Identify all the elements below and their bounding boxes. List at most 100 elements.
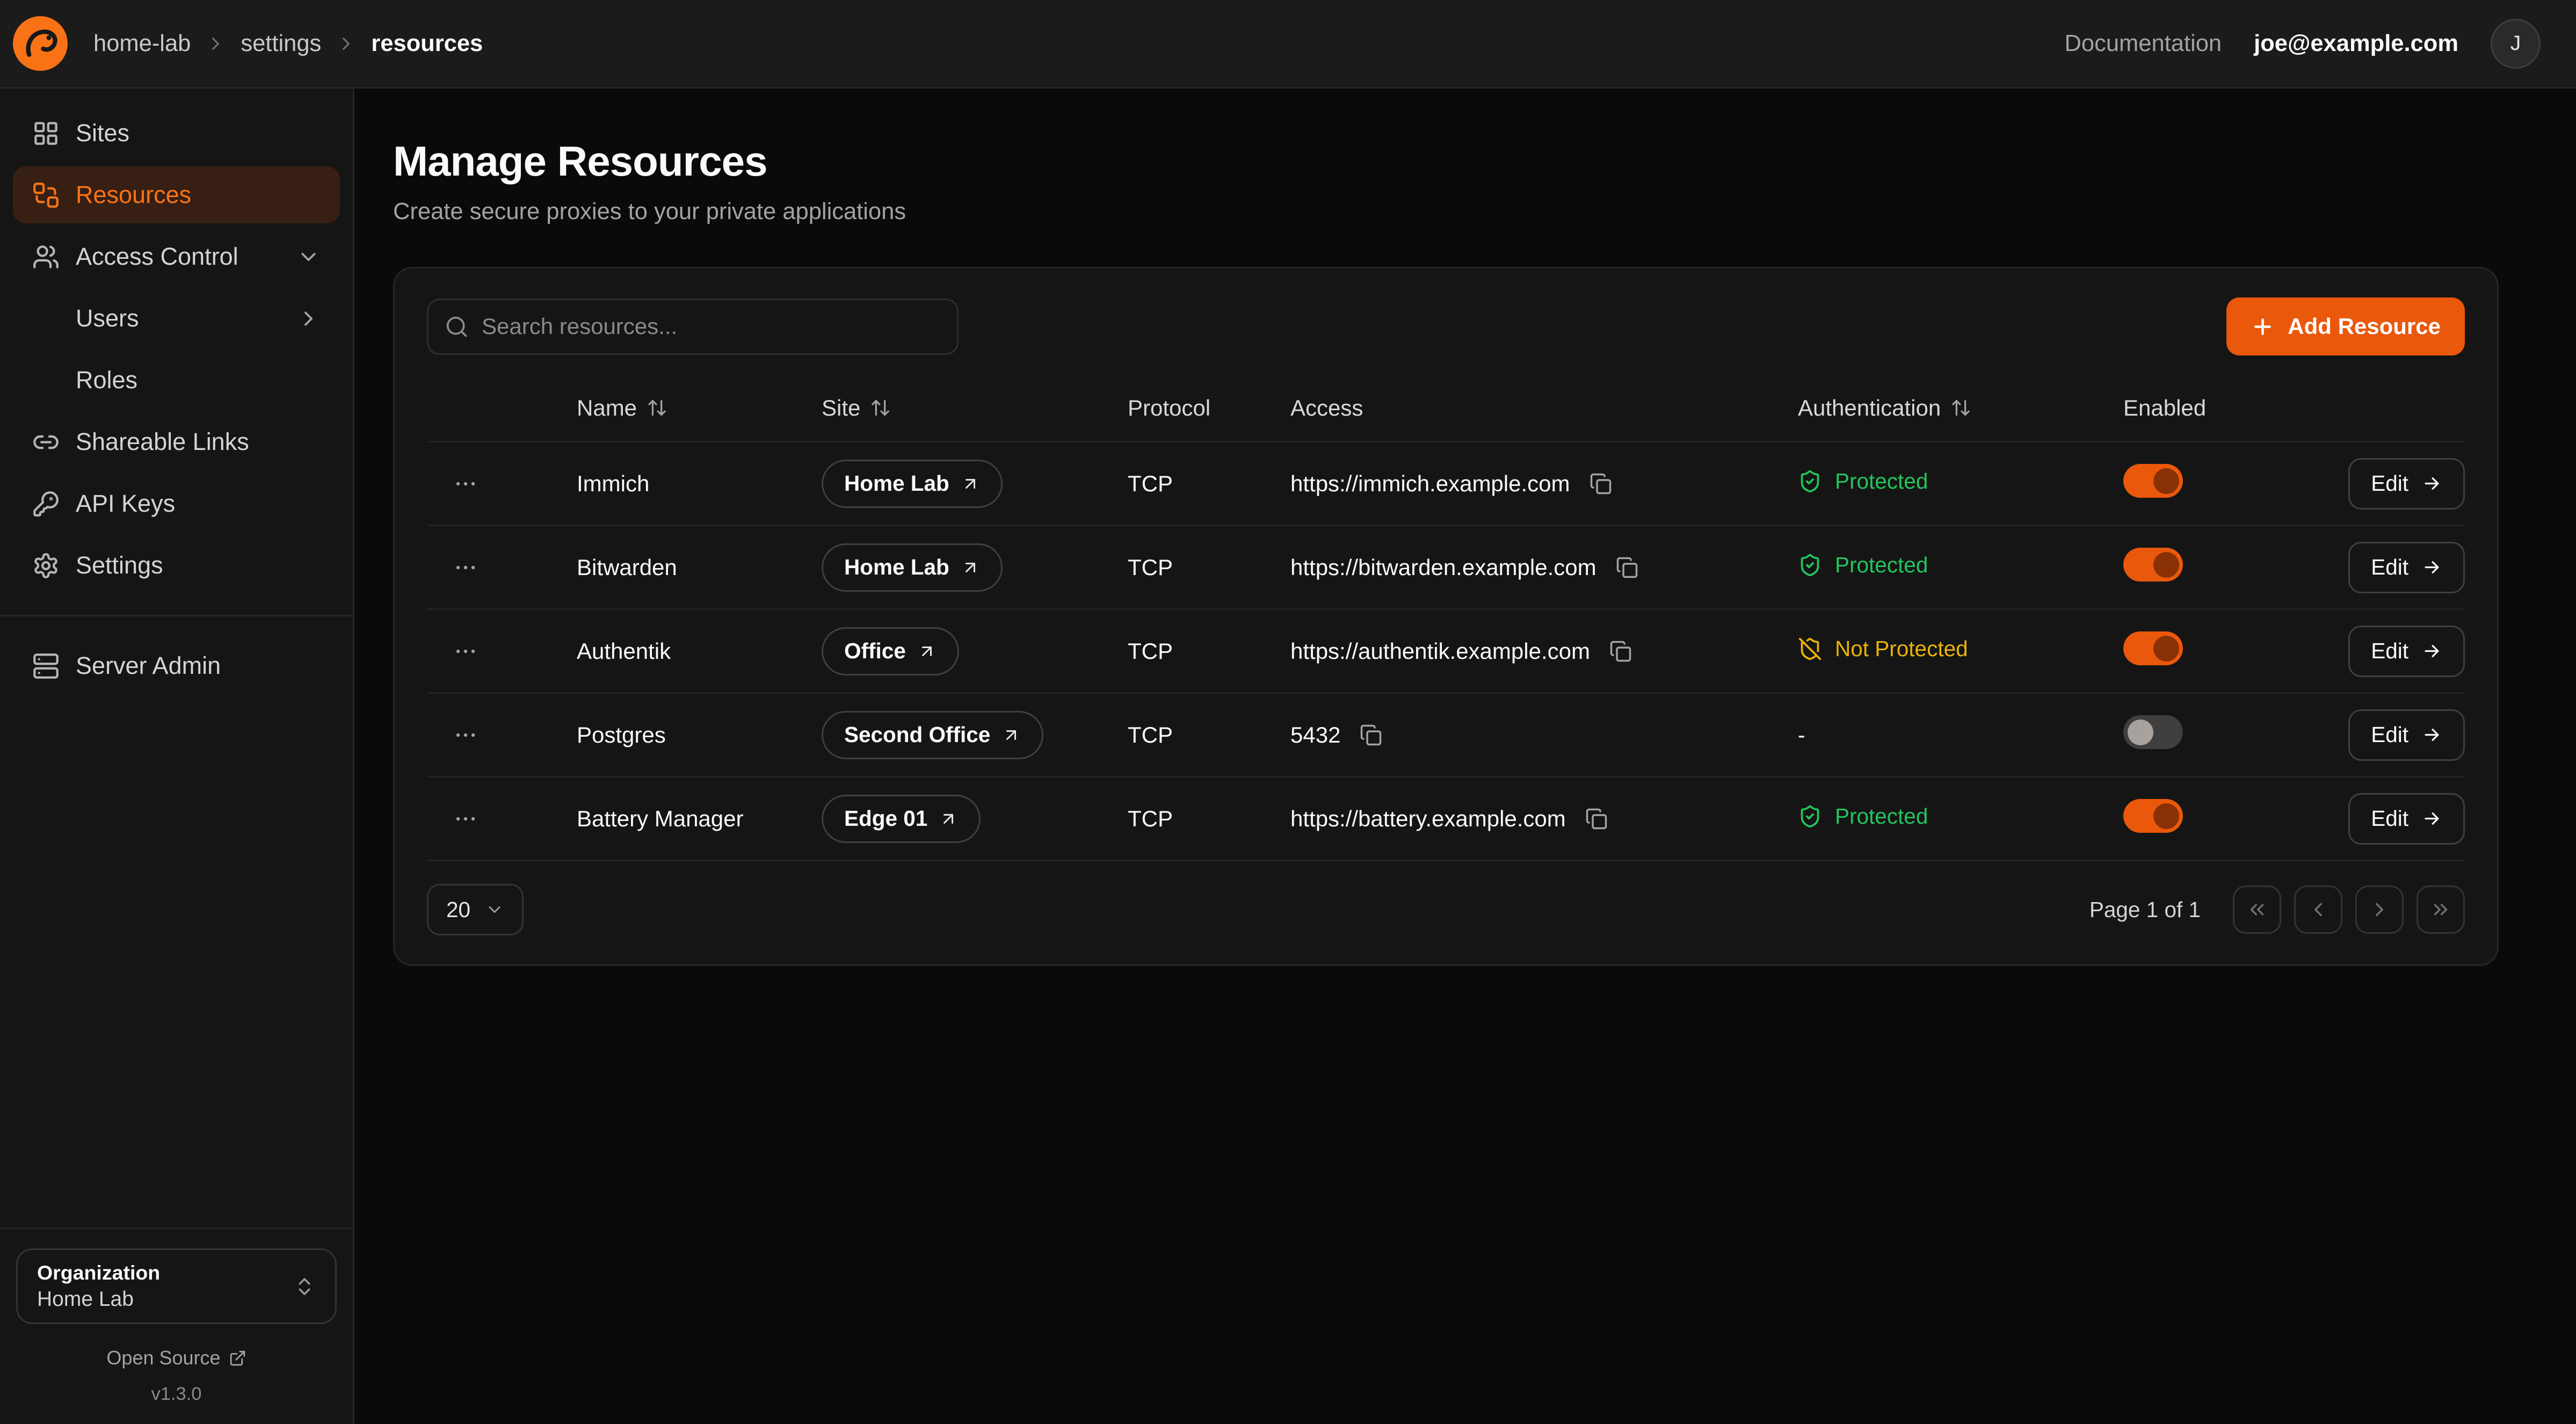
sidebar-item-access-control[interactable]: Access Control — [13, 228, 340, 285]
table-row: Immich Home Lab TCP https://immich.examp… — [427, 442, 2465, 526]
documentation-link[interactable]: Documentation — [2065, 31, 2222, 57]
site-name: Edge 01 — [844, 806, 927, 831]
breadcrumb-org[interactable]: home-lab — [93, 31, 191, 57]
auth-label: Protected — [1835, 553, 1928, 578]
sidebar-item-roles[interactable]: Roles — [13, 352, 340, 409]
toggle-knob — [2153, 552, 2179, 578]
copy-icon[interactable] — [1606, 637, 1635, 666]
open-source-link[interactable]: Open Source — [16, 1347, 337, 1369]
resource-name: Bitwarden — [577, 555, 822, 580]
site-name: Office — [844, 638, 906, 664]
sidebar-footer: Organization Home Lab Open Source v1.3.0 — [0, 1227, 353, 1424]
chevron-right-icon — [2368, 898, 2391, 921]
page-title: Manage Resources — [393, 137, 2499, 186]
copy-icon[interactable] — [1582, 804, 1611, 833]
site-link[interactable]: Office — [822, 627, 959, 675]
sidebar-item-label: Settings — [76, 551, 163, 579]
page-indicator: Page 1 of 1 — [2089, 897, 2201, 922]
edit-label: Edit — [2371, 638, 2408, 664]
sidebar-item-resources[interactable]: Resources — [13, 166, 340, 223]
key-icon — [32, 490, 60, 518]
sort-icon — [870, 397, 891, 418]
search-icon — [445, 315, 469, 339]
avatar[interactable]: J — [2491, 19, 2541, 69]
site-link[interactable]: Home Lab — [822, 543, 1003, 592]
copy-icon[interactable] — [1613, 553, 1642, 582]
edit-label: Edit — [2371, 806, 2408, 831]
edit-button[interactable]: Edit — [2348, 793, 2465, 845]
next-page-button[interactable] — [2355, 885, 2404, 934]
enabled-toggle[interactable] — [2123, 799, 2183, 833]
enabled-toggle[interactable] — [2123, 631, 2183, 665]
sidebar-item-label: Sites — [76, 119, 129, 147]
sidebar-item-shareable-links[interactable]: Shareable Links — [13, 413, 340, 470]
chevron-down-icon — [485, 900, 504, 919]
chevrons-up-down-icon — [293, 1275, 316, 1298]
chevrons-left-icon — [2246, 898, 2268, 921]
copy-icon[interactable] — [1356, 721, 1385, 750]
previous-page-button[interactable] — [2294, 885, 2342, 934]
enabled-toggle[interactable] — [2123, 548, 2183, 582]
sidebar-item-server-admin[interactable]: Server Admin — [13, 637, 340, 694]
sidebar-item-users[interactable]: Users — [13, 290, 340, 347]
column-header-site[interactable]: Site — [822, 395, 1128, 421]
resource-name: Postgres — [577, 722, 822, 748]
site-link[interactable]: Edge 01 — [822, 795, 981, 843]
site-name: Home Lab — [844, 555, 949, 580]
arrow-up-right-icon — [961, 474, 980, 493]
shield-check-icon — [1798, 804, 1822, 829]
chevrons-right-icon — [2429, 898, 2452, 921]
sidebar-item-sites[interactable]: Sites — [13, 105, 340, 162]
sidebar-item-settings[interactable]: Settings — [13, 537, 340, 594]
arrow-up-right-icon — [939, 809, 958, 829]
last-page-button[interactable] — [2417, 885, 2465, 934]
plus-icon — [2251, 315, 2275, 339]
auth-status: Not Protected — [1798, 636, 1968, 662]
add-resource-button[interactable]: Add Resource — [2226, 297, 2465, 355]
external-link-icon — [229, 1349, 246, 1367]
arrow-right-icon — [2421, 473, 2442, 494]
auth-label: Not Protected — [1835, 636, 1968, 662]
row-menu-button[interactable] — [446, 548, 485, 587]
edit-button[interactable]: Edit — [2348, 709, 2465, 761]
site-link[interactable]: Home Lab — [822, 460, 1003, 508]
chevron-left-icon — [2307, 898, 2330, 921]
breadcrumb-settings[interactable]: settings — [241, 31, 321, 57]
ellipsis-icon — [453, 722, 478, 748]
column-header-label: Access — [1290, 395, 1363, 421]
sidebar-item-api-keys[interactable]: API Keys — [13, 475, 340, 532]
page-size-select[interactable]: 20 — [427, 884, 524, 935]
enabled-toggle[interactable] — [2123, 464, 2183, 498]
toggle-knob — [2153, 468, 2179, 494]
row-menu-button[interactable] — [446, 716, 485, 754]
breadcrumb-current: resources — [371, 31, 483, 57]
row-menu-button[interactable] — [446, 464, 485, 503]
edit-button[interactable]: Edit — [2348, 458, 2465, 510]
copy-icon[interactable] — [1586, 469, 1615, 498]
organization-label: Organization — [37, 1261, 160, 1284]
arrow-right-icon — [2421, 724, 2442, 745]
organization-selector[interactable]: Organization Home Lab — [16, 1248, 337, 1324]
edit-button[interactable]: Edit — [2348, 626, 2465, 677]
toggle-knob — [2153, 803, 2179, 829]
site-link[interactable]: Second Office — [822, 711, 1043, 759]
app-logo[interactable] — [13, 16, 68, 71]
ellipsis-icon — [453, 638, 478, 664]
row-menu-button[interactable] — [446, 632, 485, 671]
resource-name: Battery Manager — [577, 806, 822, 832]
column-header-authentication[interactable]: Authentication — [1798, 395, 2123, 421]
row-menu-button[interactable] — [446, 800, 485, 838]
sidebar-nav: Sites Resources Access Control Users Rol… — [0, 89, 353, 710]
shield-check-icon — [1798, 553, 1822, 577]
sites-grid-icon — [32, 120, 60, 147]
toggle-knob — [2128, 720, 2153, 745]
search-input[interactable] — [482, 314, 941, 339]
column-header-name[interactable]: Name — [577, 395, 822, 421]
enabled-toggle[interactable] — [2123, 715, 2183, 749]
sidebar-item-label: Shareable Links — [76, 428, 249, 456]
edit-button[interactable]: Edit — [2348, 542, 2465, 593]
ellipsis-icon — [453, 555, 478, 580]
arrow-right-icon — [2421, 557, 2442, 578]
auth-label: Protected — [1835, 804, 1928, 829]
first-page-button[interactable] — [2233, 885, 2281, 934]
